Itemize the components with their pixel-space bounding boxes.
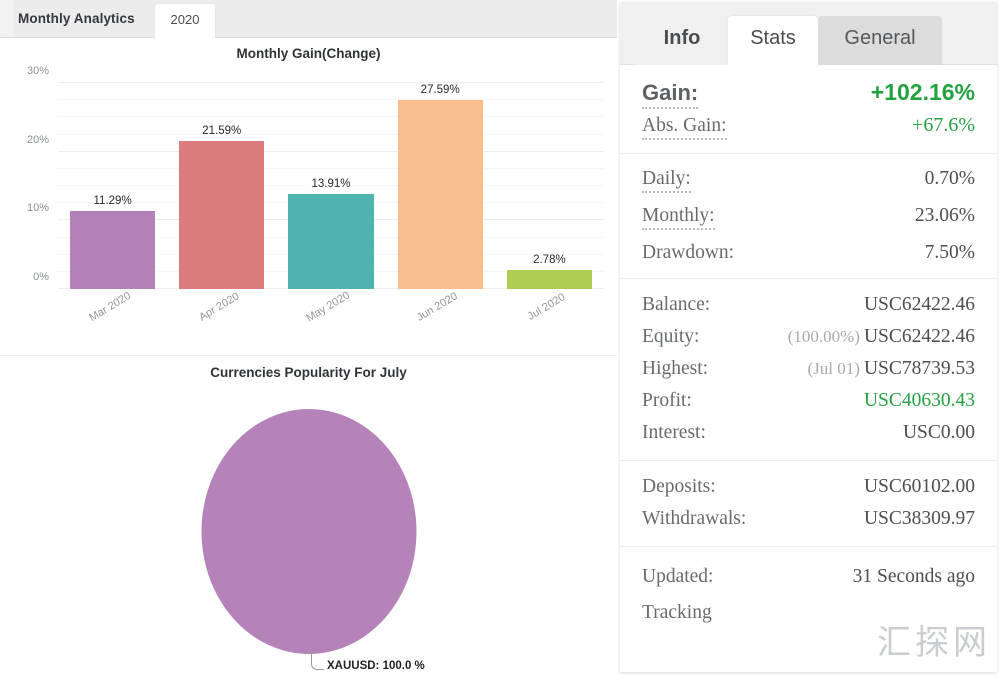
stat-value-drawdown: 7.50%: [924, 242, 975, 263]
stat-row-updated: Updated: 31 Seconds ago: [642, 559, 975, 595]
stats-list: Gain: +102.16% Abs. Gain: +67.6% Daily: …: [620, 65, 997, 672]
pie-leader-line: [311, 649, 324, 670]
stat-label-abs-gain: Abs. Gain:: [642, 115, 727, 140]
stat-label-balance: Balance:: [642, 294, 711, 315]
y-axis-tick: 0%: [33, 271, 49, 283]
bar-value-label: 27.59%: [418, 83, 462, 96]
stat-value-deposits: USC60102.00: [863, 476, 975, 497]
stat-value-equity: (100.00%) USC62422.46: [788, 326, 975, 348]
bar[interactable]: [288, 193, 374, 289]
stat-row-profit: Profit: USC40630.43: [642, 385, 975, 417]
analytics-tabbar: Monthly Analytics 2020: [0, 0, 617, 38]
y-axis-tick: 20%: [26, 133, 49, 146]
tab-year-2020-label: 2020: [170, 12, 200, 27]
stat-row-abs-gain: Abs. Gain: +67.6%: [642, 109, 975, 153]
stat-value-abs-gain: +67.6%: [912, 114, 975, 136]
bar-group: 21.59% Apr 2020: [167, 83, 276, 324]
monthly-gain-chart-title: Monthly Gain(Change): [236, 46, 381, 61]
x-axis-tick: May 2020: [304, 289, 352, 325]
stat-subvalue-highest: (Jul 01): [807, 359, 860, 378]
bar[interactable]: [70, 211, 156, 289]
site-watermark: 汇探网: [877, 623, 991, 663]
stat-value-updated: 31 Seconds ago: [852, 566, 975, 587]
page-title: Monthly Analytics: [18, 11, 135, 26]
stat-subvalue-equity: (100.00%): [787, 327, 860, 346]
stat-row-gain: Gain: +102.16%: [642, 65, 975, 109]
stat-label-monthly: Monthly:: [642, 205, 715, 230]
stat-label-highest: Highest:: [642, 358, 709, 379]
stat-row-highest: Highest: (Jul 01) USC78739.53: [642, 353, 975, 385]
currencies-popularity-title: Currencies Popularity For July: [210, 365, 407, 380]
pie-slice-xauusd[interactable]: [201, 409, 416, 654]
stat-value-interest: USC0.00: [902, 422, 975, 443]
stat-label-interest: Interest:: [642, 422, 706, 443]
tabbar-edge: [0, 0, 13, 37]
stat-value-balance: USC62422.46: [863, 294, 975, 315]
stat-row-monthly: Monthly: 23.06%: [642, 199, 975, 236]
currencies-popularity-card: Currencies Popularity For July XAUUSD: 1…: [0, 357, 617, 685]
monthly-gain-plot-area: 0% 10% 20% 30% 11.29% Mar 2020 21.59% Apr 2020 1…: [27, 65, 604, 325]
tab-year-2020[interactable]: 2020: [155, 4, 215, 38]
x-axis-tick: Mar 2020: [86, 289, 133, 325]
stat-row-drawdown: Drawdown: 7.50%: [642, 236, 975, 270]
tab-general[interactable]: General: [818, 16, 942, 65]
stat-row-withdrawals: Withdrawals: USC38309.97: [642, 503, 975, 535]
bar-value-label: 2.78%: [531, 253, 568, 266]
x-axis-tick: Apr 2020: [196, 290, 242, 324]
bar-group: 2.78% Jul 2020: [495, 83, 604, 323]
stat-label-profit: Profit:: [642, 390, 692, 411]
stat-value-profit: USC40630.43: [863, 390, 975, 411]
stat-label-daily: Daily:: [642, 168, 691, 193]
stat-label-updated: Updated:: [642, 566, 714, 587]
y-axis-tick: 10%: [26, 202, 49, 215]
bar-value-label: 13.91%: [309, 177, 353, 190]
y-axis-tick: 30%: [26, 65, 49, 77]
bar-group: 27.59% Jun 2020: [386, 83, 495, 324]
stat-label-gain: Gain:: [642, 80, 699, 109]
stat-row-deposits: Deposits: USC60102.00: [642, 471, 975, 503]
x-axis-tick: Jun 2020: [414, 290, 460, 324]
account-stats-panel: Info Stats General Gain: +102.16% Abs. G…: [620, 2, 997, 672]
pie-slice-label: XAUUSD: 100.0 %: [327, 660, 425, 672]
bar[interactable]: [397, 99, 483, 289]
stat-row-interest: Interest: USC0.00: [642, 417, 975, 449]
stat-amount-highest: USC78739.53: [863, 358, 975, 379]
tab-general-label: General: [844, 27, 916, 49]
stat-row-equity: Equity: (100.00%) USC62422.46: [642, 321, 975, 353]
stat-label-withdrawals: Withdrawals:: [642, 508, 747, 529]
stat-amount-equity: USC62422.46: [863, 326, 975, 347]
tab-stats-label: Stats: [750, 27, 796, 49]
panel-tabbar: Info Stats General: [620, 2, 997, 65]
bar-value-label: 11.29%: [91, 195, 134, 208]
bar[interactable]: [179, 140, 265, 289]
tab-stats[interactable]: Stats: [728, 16, 818, 65]
stat-label-deposits: Deposits:: [642, 476, 716, 497]
stat-value-monthly: 23.06%: [914, 205, 975, 226]
stats-group-gains: Gain: +102.16% Abs. Gain: +67.6%: [620, 65, 997, 154]
stat-value-daily: 0.70%: [924, 168, 975, 189]
tab-info-label: Info: [663, 27, 701, 49]
bar-group: 11.29% Mar 2020: [58, 83, 167, 324]
currencies-pie-area: XAUUSD: 100.0 %: [0, 409, 617, 672]
stats-group-ratios: Daily: 0.70% Monthly: 23.06% Drawdown: 7…: [620, 154, 997, 279]
stats-group-account: Balance: USC62422.46 Equity: (100.00%) US…: [620, 279, 997, 461]
stat-row-balance: Balance: USC62422.46: [642, 289, 975, 321]
tab-info[interactable]: Info: [636, 16, 728, 65]
analytics-pane: Monthly Analytics 2020 Monthly Gain(Chan…: [0, 0, 617, 685]
stat-value-gain: +102.16%: [870, 79, 975, 105]
bar[interactable]: [506, 269, 592, 289]
bar-value-label: 21.59%: [200, 124, 244, 137]
monthly-gain-chart-card: Monthly Gain(Change) 0% 10% 20% 30% 11.29% Ma…: [0, 38, 617, 356]
stat-value-highest: (Jul 01) USC78739.53: [808, 358, 975, 380]
stat-value-withdrawals: USC38309.97: [863, 508, 975, 529]
x-axis-tick: Jul 2020: [525, 291, 568, 323]
stat-label-equity: Equity:: [642, 326, 700, 347]
bar-group: 13.91% May 2020: [276, 83, 385, 325]
stat-label-tracking: Tracking: [642, 602, 712, 623]
stats-group-flows: Deposits: USC60102.00 Withdrawals: USC38…: [620, 461, 997, 547]
stat-label-drawdown: Drawdown:: [642, 242, 735, 263]
stat-row-daily: Daily: 0.70%: [642, 162, 975, 199]
